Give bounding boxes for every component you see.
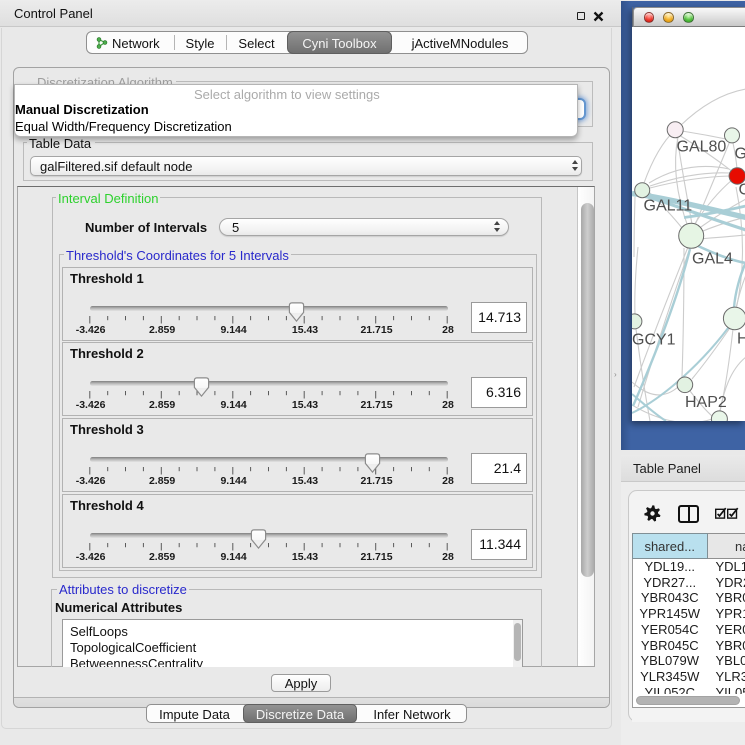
svg-text:GCY1: GCY1 — [632, 332, 676, 349]
svg-text:HAP2: HAP2 — [685, 394, 727, 411]
svg-text:GA: GA — [735, 146, 745, 163]
svg-text:G: G — [739, 182, 745, 199]
svg-text:H: H — [737, 331, 745, 348]
svg-text:GAL4: GAL4 — [692, 251, 733, 268]
svg-text:GAL80: GAL80 — [677, 139, 727, 156]
svg-text:GAL11: GAL11 — [644, 198, 693, 215]
